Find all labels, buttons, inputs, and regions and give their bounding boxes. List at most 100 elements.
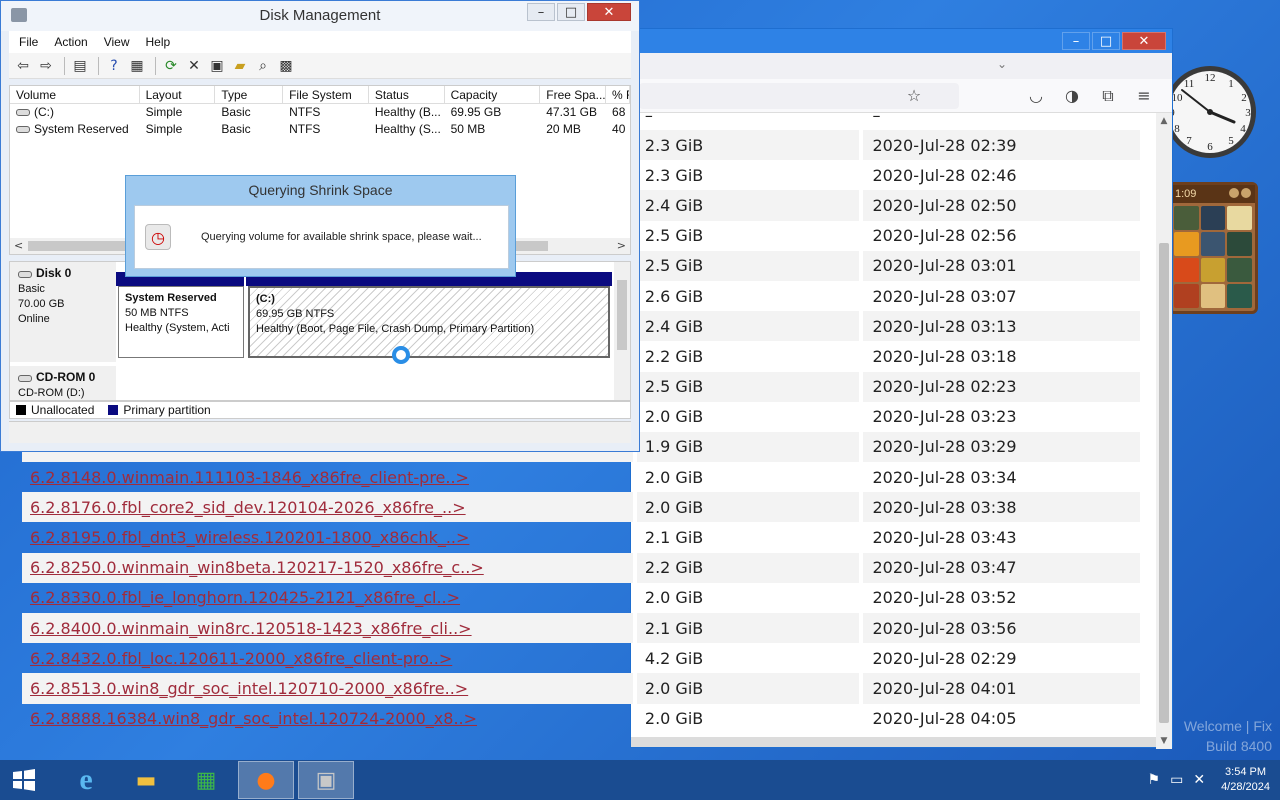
puzzle-shuffle-icon[interactable] xyxy=(1241,187,1251,198)
extensions-icon[interactable]: ⧉ xyxy=(1097,85,1119,107)
puzzle-hint-icon[interactable] xyxy=(1229,187,1239,198)
app-menu-icon[interactable]: ≡ xyxy=(1133,85,1155,107)
vertical-scrollbar[interactable] xyxy=(614,262,630,400)
column-header[interactable]: Status xyxy=(369,86,445,103)
file-date: 2020-Jul-28 03:47 xyxy=(862,552,1140,583)
file-link[interactable]: 6.2.8330.0.fbl_ie_longhorn.120425-2121_x… xyxy=(30,588,460,607)
column-header[interactable]: % F xyxy=(606,86,630,103)
settings-icon[interactable]: ▩ xyxy=(276,56,296,76)
menu-action[interactable]: Action xyxy=(54,35,87,49)
file-link[interactable]: 6.2.8176.0.fbl_core2_sid_dev.120104-2026… xyxy=(30,498,466,517)
close-button[interactable]: ✕ xyxy=(587,3,631,21)
help-icon[interactable]: ? xyxy=(104,56,124,76)
bookmark-star-icon[interactable]: ☆ xyxy=(903,85,925,107)
partition-c[interactable]: (C:) 69.95 GB NTFS Healthy (Boot, Page F… xyxy=(248,286,610,358)
store-taskbar-icon[interactable]: ▦ xyxy=(178,761,234,799)
file-size: 2.0 GiB xyxy=(636,492,859,523)
menu-view[interactable]: View xyxy=(104,35,130,49)
stopwatch-icon: ◷ xyxy=(145,224,171,250)
puzzle-tile[interactable] xyxy=(1227,232,1252,256)
file-date: 2020-Jul-28 03:43 xyxy=(872,528,1017,548)
puzzle-tile[interactable] xyxy=(1200,232,1226,256)
column-header[interactable]: Volume xyxy=(10,86,140,103)
refresh-icon[interactable]: ⟳ xyxy=(161,56,181,76)
list-all-tabs-icon[interactable]: ⌄ xyxy=(997,57,1007,71)
taskbar: e ▬ ▦ ● ▣ ⚑ ▭ ✕ 3:54 PM 4/28/2024 xyxy=(0,760,1280,800)
puzzle-grid[interactable] xyxy=(1171,203,1255,311)
puzzle-tile[interactable] xyxy=(1174,206,1199,230)
menu-help[interactable]: Help xyxy=(146,35,171,49)
file-explorer-taskbar-icon[interactable]: ▬ xyxy=(118,761,174,799)
file-link[interactable]: 6.2.8148.0.winmain.111103-1846_x86fre_cl… xyxy=(30,468,469,487)
internet-explorer-taskbar-icon[interactable]: e xyxy=(58,761,114,799)
puzzle-tile[interactable] xyxy=(1174,232,1199,256)
page-scrollbar[interactable]: ▲ ▼ xyxy=(1156,113,1172,749)
column-header[interactable]: File System xyxy=(283,86,369,103)
network-icon[interactable]: ▭ xyxy=(1170,772,1183,788)
scroll-right-icon[interactable]: > xyxy=(617,238,626,254)
file-date: 2020-Jul-28 02:56 xyxy=(872,226,1017,246)
pocket-icon[interactable]: ◡ xyxy=(1025,85,1047,107)
file-size: 2.3 GiB xyxy=(644,165,704,185)
puzzle-tile[interactable] xyxy=(1174,258,1199,282)
search-icon[interactable]: ⌕ xyxy=(253,56,273,76)
puzzle-tile[interactable] xyxy=(1200,258,1226,282)
volume-muted-icon[interactable]: ✕ xyxy=(1193,772,1205,788)
puzzle-tile[interactable] xyxy=(1227,284,1252,308)
delete-icon[interactable]: ✕ xyxy=(184,56,204,76)
open-folder-icon[interactable]: ▰ xyxy=(230,56,250,76)
volume-row[interactable]: (C:) Simple Basic NTFS Healthy (B... 69.… xyxy=(10,104,630,121)
close-button[interactable]: ✕ xyxy=(1122,32,1166,50)
svg-text:8: 8 xyxy=(1174,123,1180,135)
properties-icon[interactable]: ▦ xyxy=(127,56,147,76)
listing-row: 6.2.8888.16384.win8_gdr_soc_intel.120724… xyxy=(22,704,1140,734)
firefox-taskbar-icon[interactable]: ● xyxy=(238,761,294,799)
maximize-button[interactable]: □ xyxy=(1092,32,1120,50)
partition-system-reserved[interactable]: System Reserved 50 MB NTFS Healthy (Syst… xyxy=(118,286,244,358)
file-size: 2.5 GiB xyxy=(644,226,704,246)
forward-icon[interactable]: ⇨ xyxy=(36,56,56,76)
export-icon[interactable]: ▣ xyxy=(207,56,227,76)
start-button[interactable] xyxy=(0,760,48,800)
file-link[interactable]: 6.2.8432.0.fbl_loc.120611-2000_x86fre_cl… xyxy=(30,649,452,668)
file-size: 2.4 GiB xyxy=(636,190,859,221)
file-link[interactable]: 6.2.8888.16384.win8_gdr_soc_intel.120724… xyxy=(30,709,477,728)
minimize-button[interactable]: – xyxy=(1062,32,1090,50)
file-link[interactable]: 6.2.8400.0.winmain_win8rc.120518-1423_x8… xyxy=(30,619,472,638)
file-link[interactable]: 6.2.8513.0.win8_gdr_soc_intel.120710-200… xyxy=(30,679,468,698)
scroll-thumb[interactable] xyxy=(1159,243,1169,723)
column-header[interactable]: Layout xyxy=(140,86,216,103)
puzzle-tile[interactable] xyxy=(1227,258,1252,282)
account-icon[interactable]: ◑ xyxy=(1061,85,1083,107)
action-center-flag-icon[interactable]: ⚑ xyxy=(1148,772,1161,788)
file-link[interactable]: 6.2.8195.0.fbl_dnt3_wireless.120201-1800… xyxy=(30,528,469,547)
puzzle-tile[interactable] xyxy=(1174,284,1199,308)
column-header[interactable]: Free Spa... xyxy=(540,86,607,103)
volume-row[interactable]: System Reserved Simple Basic NTFS Health… xyxy=(10,121,630,138)
scroll-down-icon[interactable]: ▼ xyxy=(1156,733,1172,749)
firefox-tabstrip: ⌄ xyxy=(631,53,1172,79)
puzzle-tile[interactable] xyxy=(1200,206,1226,230)
clock-gadget[interactable]: 1212 345 678 91011 xyxy=(1160,50,1260,174)
cdrom-0-label[interactable]: CD-ROM 0 CD-ROM (D:) xyxy=(10,366,116,400)
file-link[interactable]: 6.2.8250.0.winmain_win8beta.120217-1520_… xyxy=(30,558,484,577)
column-header[interactable]: Type xyxy=(215,86,284,103)
disk-0-label[interactable]: Disk 0 Basic 70.00 GB Online xyxy=(10,262,116,362)
scroll-left-icon[interactable]: < xyxy=(14,238,23,254)
show-hide-tree-icon[interactable]: ▤ xyxy=(70,56,90,76)
file-date: 2020-Jul-28 02:23 xyxy=(862,371,1140,402)
taskbar-clock[interactable]: 3:54 PM 4/28/2024 xyxy=(1221,765,1270,795)
scroll-up-icon[interactable]: ▲ xyxy=(1156,113,1172,129)
disk-management-titlebar[interactable]: Disk Management – □ ✕ xyxy=(1,1,639,31)
picture-puzzle-gadget[interactable]: 1:09 xyxy=(1168,182,1258,314)
puzzle-tile[interactable] xyxy=(1227,206,1252,230)
disk-management-taskbar-icon[interactable]: ▣ xyxy=(298,761,354,799)
puzzle-tile[interactable] xyxy=(1200,284,1226,308)
minimize-button[interactable]: – xyxy=(527,3,555,21)
menu-file[interactable]: File xyxy=(19,35,38,49)
back-icon[interactable]: ⇦ xyxy=(13,56,33,76)
firefox-titlebar[interactable]: – □ ✕ xyxy=(631,29,1172,53)
maximize-button[interactable]: □ xyxy=(557,3,585,21)
scroll-thumb[interactable] xyxy=(617,280,627,350)
column-header[interactable]: Capacity xyxy=(445,86,541,103)
